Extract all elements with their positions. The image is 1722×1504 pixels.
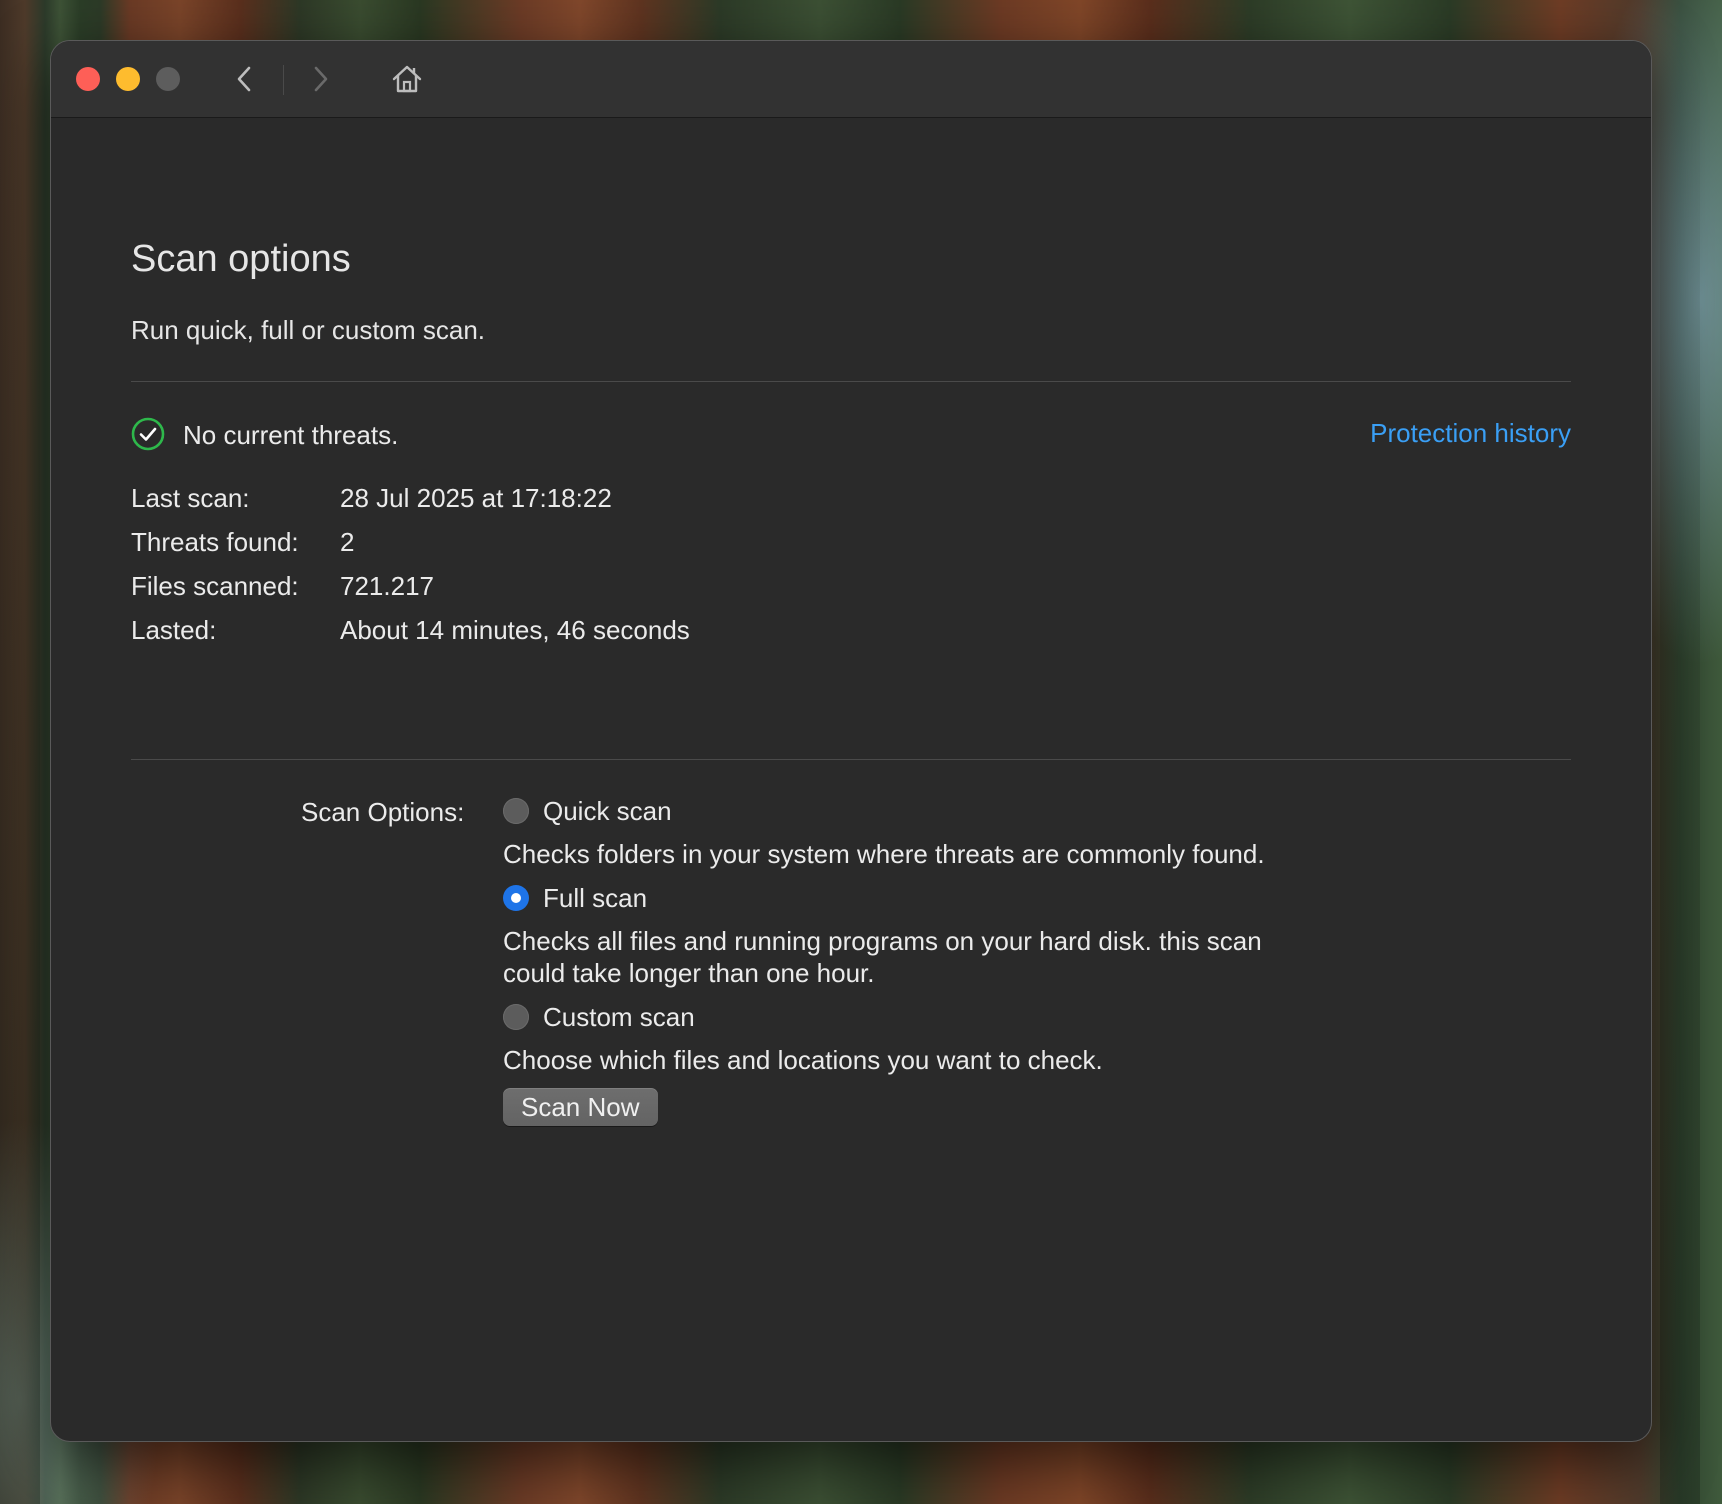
divider [131,381,1571,382]
full-scan-description: Checks all files and running programs on… [503,926,1262,988]
stat-value: 721.217 [340,571,434,601]
scan-options-group: Quick scan Checks folders in your system… [503,789,1363,1126]
page-subtitle: Run quick, full or custom scan. [131,315,486,345]
forward-button[interactable] [302,61,338,97]
close-window-button[interactable] [76,67,100,91]
scan-now-button[interactable]: Scan Now [503,1088,658,1126]
check-circle-icon [131,417,165,451]
protection-history-link[interactable]: Protection history [1370,418,1571,449]
custom-scan-radio[interactable] [503,1004,529,1030]
stat-label: Files scanned: [131,571,299,601]
tree-shadow [0,0,40,1504]
stat-label: Last scan: [131,483,250,513]
custom-scan-option[interactable]: Custom scan [503,995,1363,1039]
zoom-window-button [156,67,180,91]
quick-scan-radio[interactable] [503,798,529,824]
divider [131,759,1571,760]
scan-options-label: Scan Options: [301,797,465,827]
stat-value: 28 Jul 2025 at 17:18:22 [340,483,612,513]
stat-value: 2 [340,527,355,557]
desktop-background: Scan options Run quick, full or custom s… [0,0,1722,1504]
full-scan-option[interactable]: Full scan [503,876,1363,920]
minimize-window-button[interactable] [116,67,140,91]
chevron-left-icon [237,66,251,92]
stat-value: About 14 minutes, 46 seconds [340,615,690,645]
stat-label: Lasted: [131,615,217,645]
home-button[interactable] [389,61,425,97]
stat-label: Threats found: [131,527,299,557]
titlebar [51,41,1651,118]
home-icon [392,65,422,93]
status-text: No current threats. [183,420,399,450]
nav-separator [283,65,284,95]
page-title: Scan options [131,238,351,280]
full-scan-radio[interactable] [503,885,529,911]
quick-scan-description: Checks folders in your system where thre… [503,839,1265,869]
main-content: Scan options Run quick, full or custom s… [131,117,1571,1441]
quick-scan-label: Quick scan [543,795,672,826]
chevron-right-icon [314,66,328,92]
app-window: Scan options Run quick, full or custom s… [50,40,1652,1442]
custom-scan-label: Custom scan [543,1001,695,1032]
full-scan-label: Full scan [543,882,648,913]
quick-scan-option[interactable]: Quick scan [503,789,1363,833]
custom-scan-description: Choose which files and locations you wan… [503,1045,1103,1075]
tree-shadow [1660,0,1700,1504]
threat-status: No current threats. Protection history [131,415,1571,455]
back-button[interactable] [227,61,263,97]
